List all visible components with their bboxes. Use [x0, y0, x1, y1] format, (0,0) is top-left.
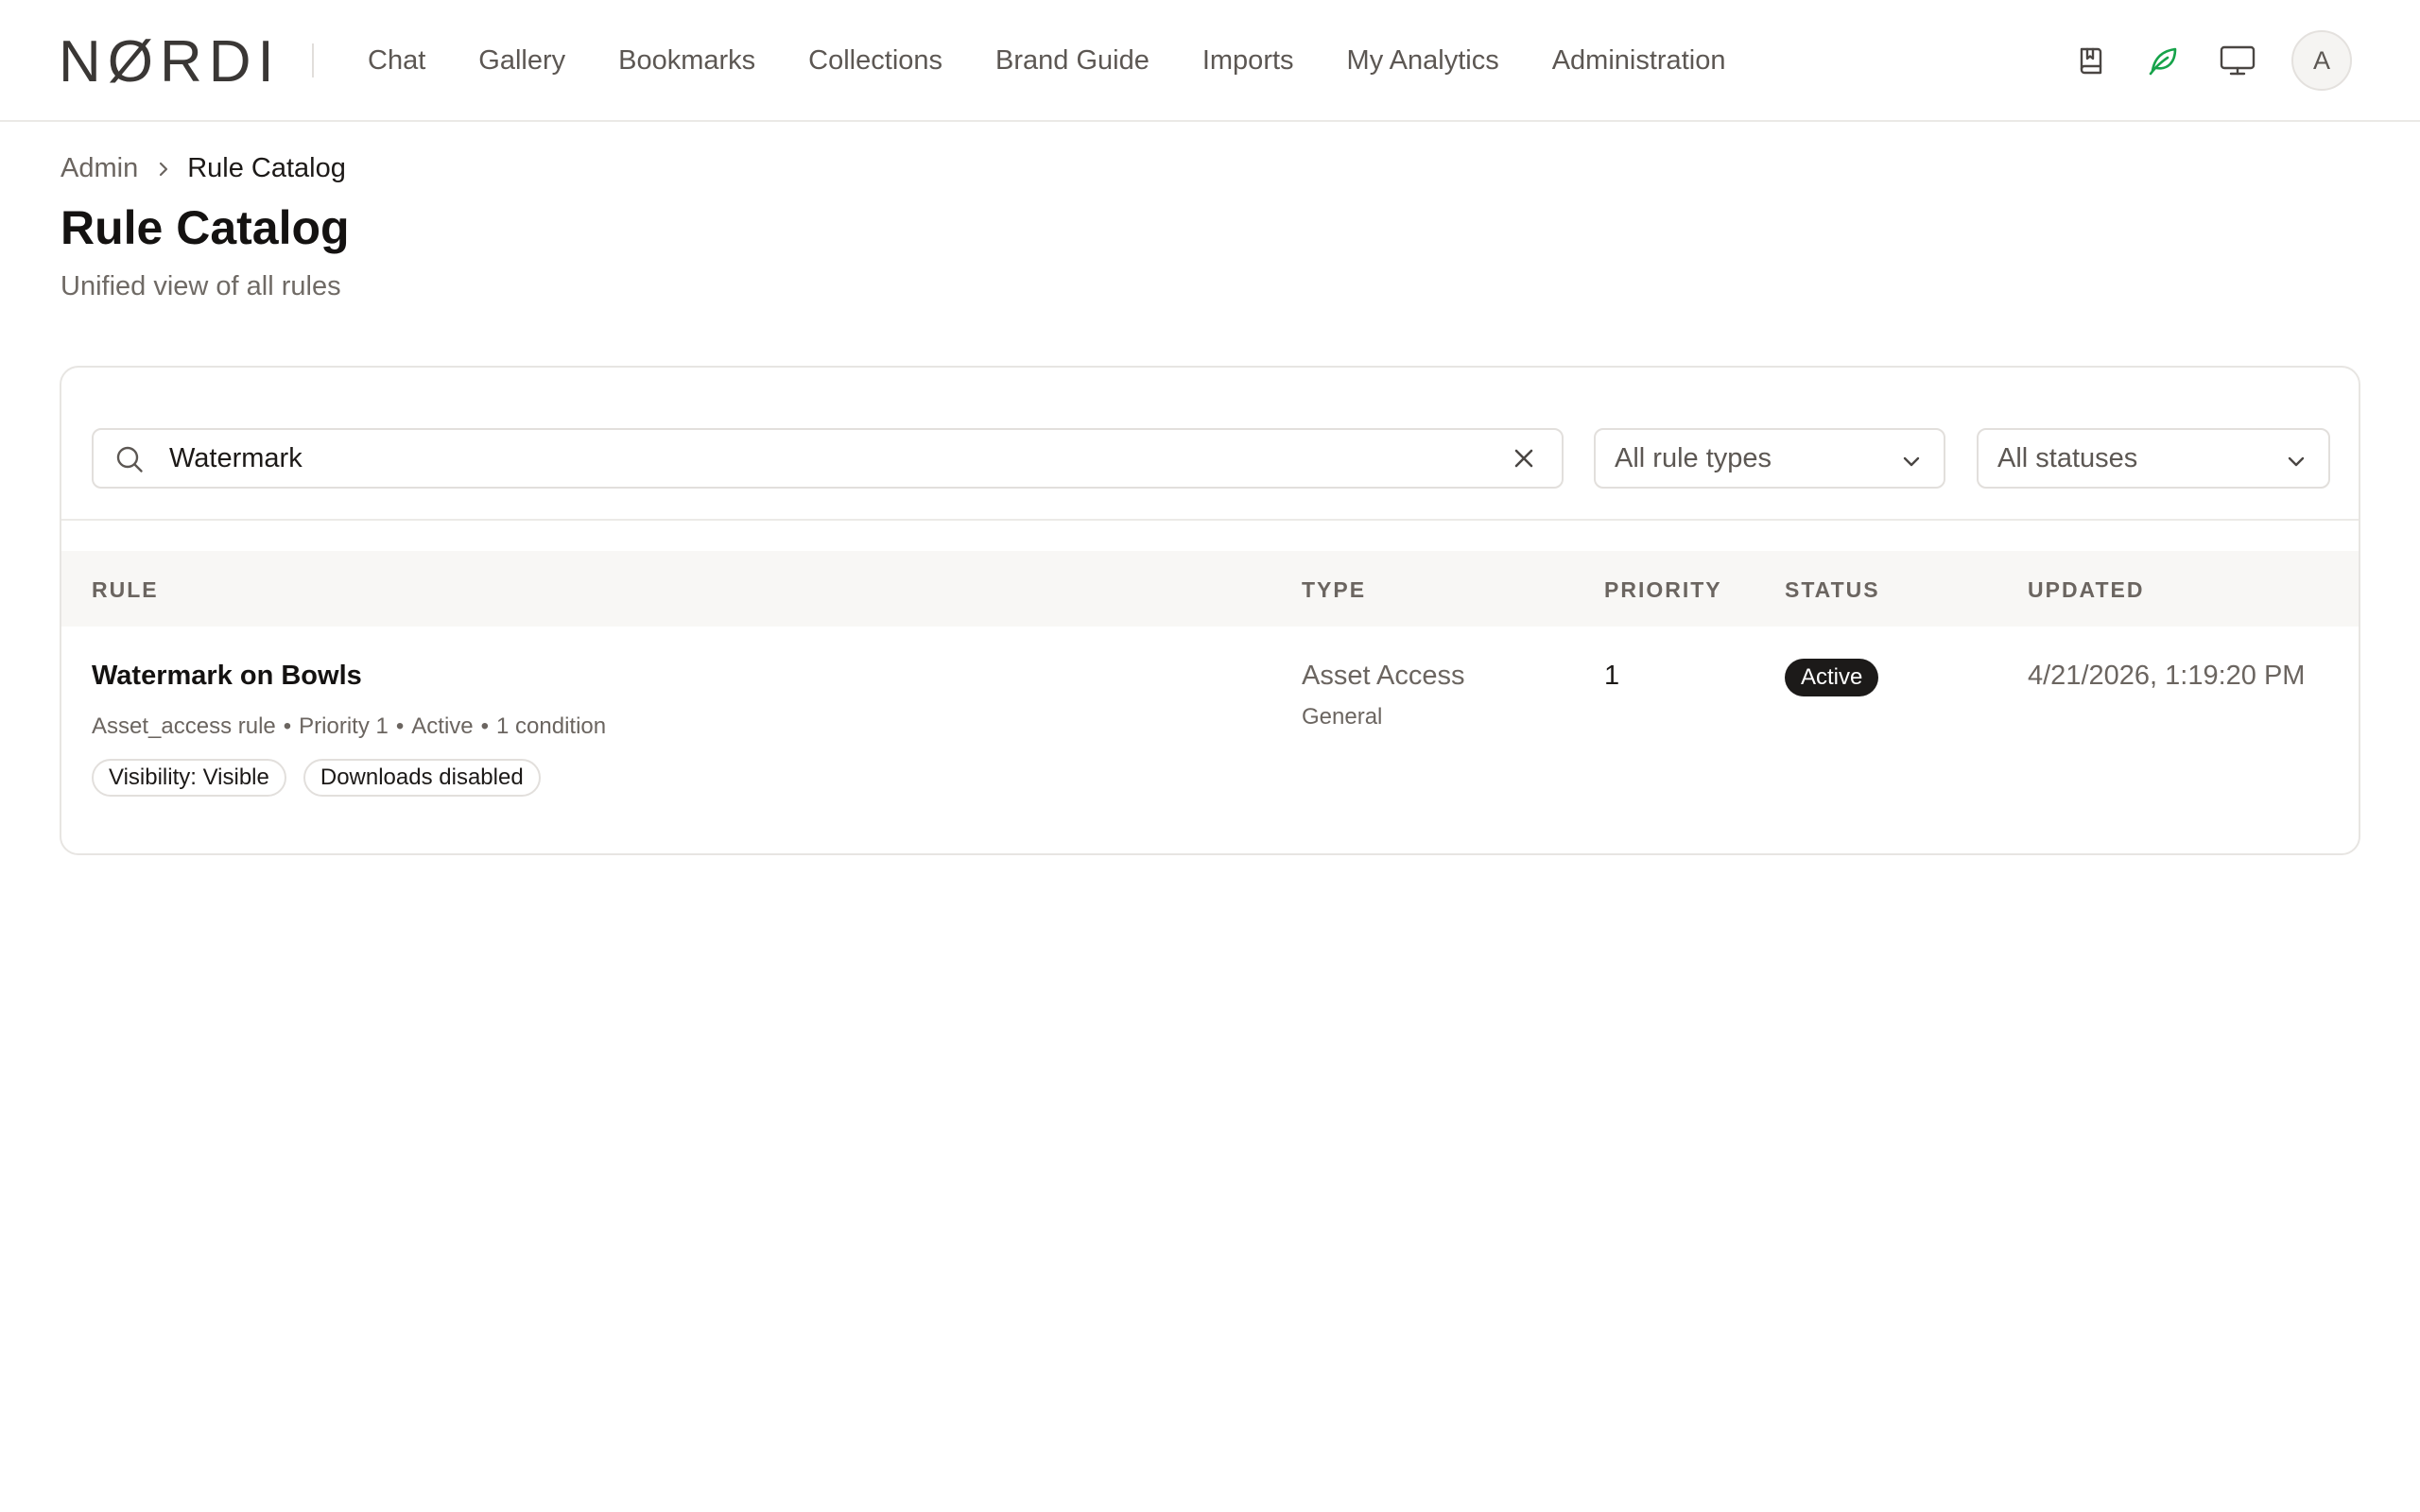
rule-priority: 1 — [1604, 661, 1620, 691]
status-select[interactable]: All statuses — [1977, 428, 2330, 489]
rule-updated: 4/21/2026, 1:19:20 PM — [2028, 661, 2306, 691]
chevron-down-icon — [1900, 449, 1923, 480]
table-header: RULE TYPE PRIORITY STATUS UPDATED — [61, 551, 2359, 627]
rule-type: Asset Access — [1302, 661, 1465, 691]
chevron-down-icon — [2285, 449, 2308, 480]
breadcrumb-admin[interactable]: Admin — [60, 153, 138, 184]
nav-bookmarks[interactable]: Bookmarks — [618, 45, 755, 77]
separator-dot: • — [480, 713, 490, 739]
bookmark-book-icon[interactable] — [2070, 40, 2112, 81]
separator-dot: • — [283, 713, 292, 739]
close-icon[interactable] — [1511, 445, 1537, 476]
rule-meta-kind: Asset_access rule — [92, 713, 276, 739]
column-header-rule[interactable]: RULE — [92, 577, 159, 603]
table-row[interactable]: Watermark on Bowls Asset_access rule • Pri… — [61, 627, 2359, 853]
rule-name[interactable]: Watermark on Bowls — [92, 661, 362, 692]
rule-catalog-card: Watermark All rule types All statuses RU… — [60, 366, 2360, 855]
leaf-icon[interactable] — [2142, 40, 2184, 81]
breadcrumb: Admin Rule Catalog — [60, 153, 346, 184]
rule-meta: Asset_access rule • Priority 1 • Active • 1 co… — [92, 713, 606, 740]
search-value[interactable]: Watermark — [169, 443, 302, 474]
nav-my-analytics[interactable]: My Analytics — [1347, 45, 1499, 77]
main-nav: Chat Gallery Bookmarks Collections Brand… — [368, 0, 1778, 122]
nav-brand-guide[interactable]: Brand Guide — [995, 45, 1150, 77]
nav-administration[interactable]: Administration — [1552, 45, 1726, 77]
rule-type-sub: General — [1302, 704, 1383, 730]
nav-collections[interactable]: Collections — [808, 45, 942, 77]
rule-meta-priority: Priority 1 — [299, 713, 389, 739]
column-header-priority[interactable]: PRIORITY — [1604, 577, 1722, 603]
column-header-status[interactable]: STATUS — [1785, 577, 1880, 603]
column-header-type[interactable]: TYPE — [1302, 577, 1366, 603]
status-select-value: All statuses — [1997, 442, 2138, 473]
rule-tags: Visibility: Visible Downloads disabled — [92, 759, 541, 797]
rule-type-select[interactable]: All rule types — [1594, 428, 1945, 489]
breadcrumb-current: Rule Catalog — [187, 153, 346, 183]
column-header-updated[interactable]: UPDATED — [2028, 577, 2144, 603]
tag-visibility: Visibility: Visible — [92, 759, 286, 797]
top-navigation-bar: NØRDI Chat Gallery Bookmarks Collections… — [0, 0, 2420, 122]
chevron-right-icon — [157, 160, 170, 179]
filter-divider — [61, 519, 2359, 521]
user-avatar[interactable]: A — [2291, 30, 2352, 91]
page-title: Rule Catalog — [60, 201, 350, 254]
tag-downloads: Downloads disabled — [302, 759, 541, 797]
nordi-logo[interactable]: NØRDI — [59, 28, 281, 94]
nav-imports[interactable]: Imports — [1202, 45, 1294, 77]
nav-chat[interactable]: Chat — [368, 45, 425, 77]
nav-gallery[interactable]: Gallery — [478, 45, 565, 77]
separator-dot: • — [395, 713, 405, 739]
search-icon — [114, 444, 145, 479]
rule-type-select-value: All rule types — [1615, 442, 1772, 473]
logo-divider — [312, 43, 314, 77]
rule-meta-status: Active — [411, 713, 474, 739]
status-badge: Active — [1785, 659, 1879, 696]
monitor-icon[interactable] — [2217, 40, 2258, 81]
page-subtitle: Unified view of all rules — [60, 271, 341, 301]
search-input[interactable]: Watermark — [92, 428, 1564, 489]
rule-meta-conditions: 1 condition — [496, 713, 607, 739]
